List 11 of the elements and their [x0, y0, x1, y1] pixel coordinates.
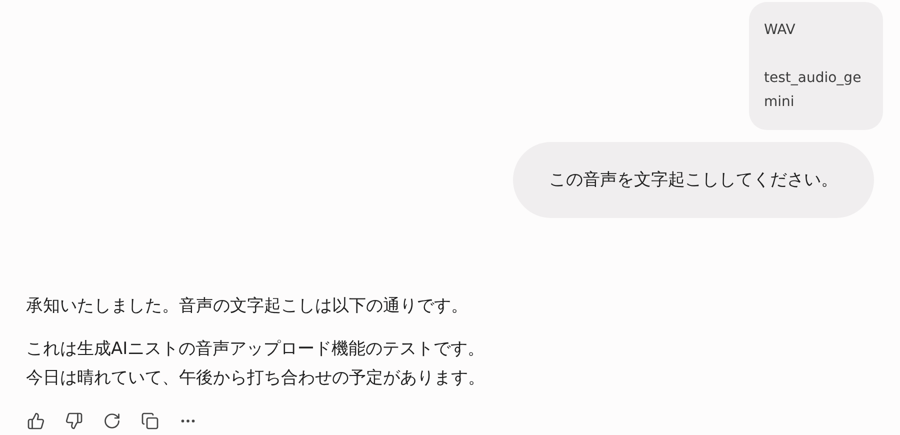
response-text: 今日は晴れていて、午後から打ち合わせの予定があります。 — [26, 367, 486, 390]
file-attachment[interactable]: WAV test_audio_gemini — [749, 2, 883, 130]
response-text: これは生成AIニストの音声アップロード機能のテストです。 — [26, 338, 486, 361]
thumbs-up-icon[interactable] — [27, 412, 45, 430]
user-message: この音声を文字起こししてください。 — [513, 142, 874, 218]
thumbs-down-icon[interactable] — [65, 412, 83, 430]
file-name: test_audio_gemini — [764, 69, 862, 112]
file-type: WAV — [764, 21, 796, 40]
response-text: 承知いたしました。音声の文字起こしは以下の通りです。 — [26, 295, 469, 318]
copy-icon[interactable] — [141, 412, 159, 430]
refresh-icon[interactable] — [103, 412, 121, 430]
